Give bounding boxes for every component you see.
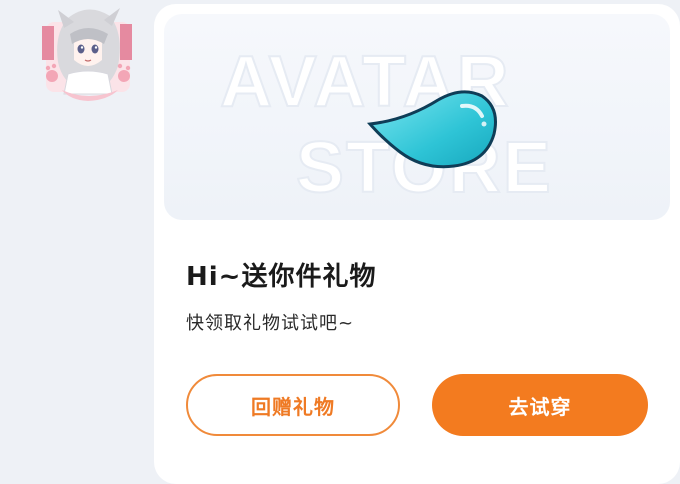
user-avatar[interactable] bbox=[38, 4, 138, 104]
gift-card: AVATAR STORE Hi~送你件礼物 快领取礼物试试吧~ 回赠礼物 去试穿 bbox=[154, 4, 680, 484]
anime-avatar-icon bbox=[42, 8, 132, 101]
avatar-store-banner: AVATAR STORE bbox=[164, 14, 670, 220]
gift-subtitle: 快领取礼物试试吧~ bbox=[186, 313, 355, 334]
return-gift-button[interactable]: 回赠礼物 bbox=[186, 374, 400, 436]
try-on-button[interactable]: 去试穿 bbox=[432, 374, 648, 436]
gift-title: Hi~送你件礼物 bbox=[186, 262, 377, 292]
teal-drop-icon bbox=[366, 90, 497, 169]
